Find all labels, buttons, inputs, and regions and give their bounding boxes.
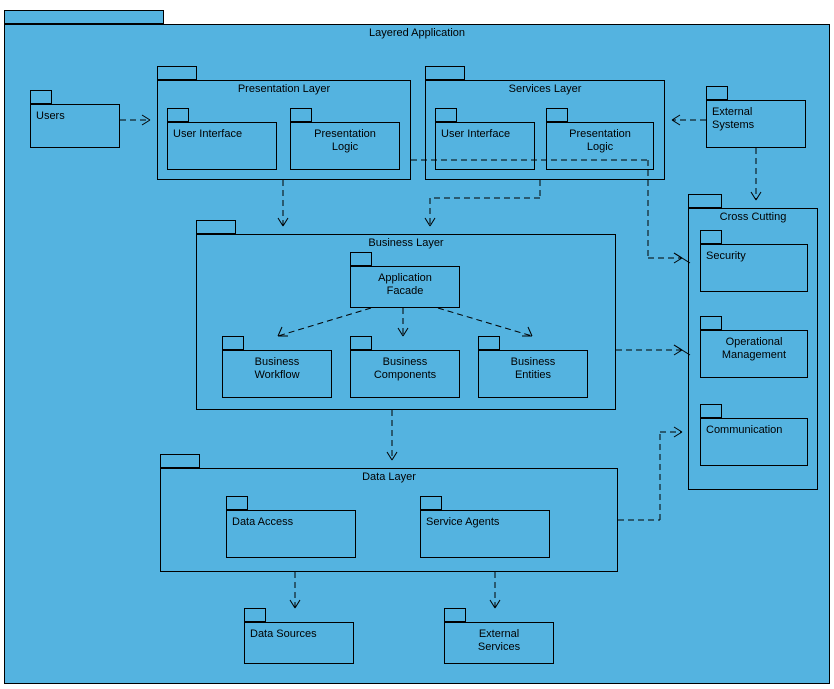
pkg-dl-agents: Service Agents (420, 510, 550, 558)
title-layered-application: Layered Application (4, 27, 830, 39)
pkg-bl-entities: Business Entities (478, 350, 588, 398)
label-users: Users (36, 110, 120, 123)
pkg-data-sources: Data Sources (244, 622, 354, 664)
label-data-sources: Data Sources (250, 628, 354, 641)
pkg-external-services: External Services (444, 622, 554, 664)
pkg-cc-comm: Communication (700, 418, 808, 466)
pkg-cc-opmgmt: Operational Management (700, 330, 808, 378)
pkg-bl-facade: Application Facade (350, 266, 460, 308)
label-external-systems: External Systems (712, 106, 806, 132)
pkg-bl-components: Business Components (350, 350, 460, 398)
diagram-canvas: Layered Application Users Presentation L… (0, 0, 834, 689)
label-bl-components: Business Components (350, 356, 460, 382)
label-cc-opmgmt: Operational Management (700, 336, 808, 362)
pkg-pl-logic: Presentation Logic (290, 122, 400, 170)
label-dl-access: Data Access (232, 516, 356, 529)
label-sl-ui: User Interface (441, 128, 535, 141)
label-external-services: External Services (444, 628, 554, 654)
pkg-external-systems: External Systems (706, 100, 806, 148)
label-cc-comm: Communication (706, 424, 808, 437)
pkg-users: Users (30, 104, 120, 148)
label-bl-entities: Business Entities (478, 356, 588, 382)
pkg-pl-ui: User Interface (167, 122, 277, 170)
label-cc-security: Security (706, 250, 808, 263)
label-data-layer: Data Layer (160, 471, 618, 483)
pkg-sl-ui: User Interface (435, 122, 535, 170)
pkg-bl-workflow: Business Workflow (222, 350, 332, 398)
label-services-layer: Services Layer (425, 83, 665, 95)
label-presentation-layer: Presentation Layer (157, 83, 411, 95)
label-pl-ui: User Interface (173, 128, 277, 141)
label-sl-logic: Presentation Logic (546, 128, 654, 154)
label-pl-logic: Presentation Logic (290, 128, 400, 154)
pkg-dl-access: Data Access (226, 510, 356, 558)
label-bl-facade: Application Facade (350, 272, 460, 298)
label-business-layer: Business Layer (196, 237, 616, 249)
label-dl-agents: Service Agents (426, 516, 550, 529)
pkg-sl-logic: Presentation Logic (546, 122, 654, 170)
label-cross-cutting: Cross Cutting (688, 211, 818, 223)
label-bl-workflow: Business Workflow (222, 356, 332, 382)
pkg-cc-security: Security (700, 244, 808, 292)
